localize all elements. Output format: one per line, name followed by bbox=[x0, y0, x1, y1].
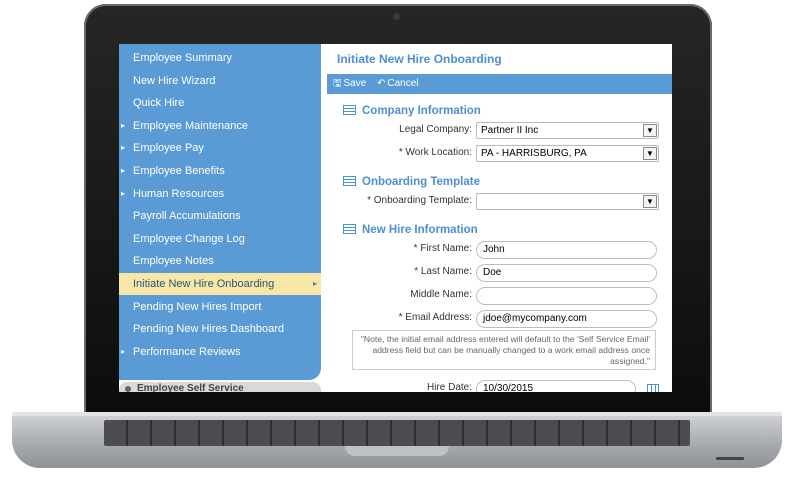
sidebar-item-label: Employee Notes bbox=[133, 255, 214, 267]
sidebar-item-label: Employee Maintenance bbox=[133, 120, 248, 132]
sidebar-section-employee-self-service[interactable]: Employee Self Service bbox=[119, 382, 321, 392]
list-icon bbox=[343, 176, 356, 186]
section-title: Company Information bbox=[362, 105, 481, 117]
list-icon bbox=[343, 224, 356, 234]
expand-arrow-icon: ▸ bbox=[121, 166, 126, 175]
hire-date-input[interactable]: 10/30/2015 bbox=[476, 380, 636, 392]
onboarding-template-label: * Onboarding Template: bbox=[367, 195, 472, 206]
section-onboarding-template: Onboarding Template bbox=[343, 176, 480, 188]
sidebar-item[interactable]: Pending New Hires Import bbox=[119, 296, 321, 318]
sidebar-item-label: Employee Change Log bbox=[133, 233, 245, 245]
trackpad bbox=[345, 446, 449, 456]
section-title: Onboarding Template bbox=[362, 176, 480, 188]
sidebar-item[interactable]: Employee Summary bbox=[119, 47, 321, 69]
legal-company-value: Partner II Inc bbox=[481, 125, 539, 136]
undo-icon: ↶ bbox=[377, 78, 386, 89]
sidebar-section-label: Employee Self Service bbox=[137, 383, 244, 392]
sidebar-item[interactable]: ▸ Employee Pay bbox=[119, 137, 321, 159]
chevron-down-icon: ▼ bbox=[643, 195, 657, 208]
power-led bbox=[716, 457, 744, 460]
sidebar-item[interactable]: Pending New Hires Dashboard bbox=[119, 318, 321, 340]
sidebar-item-label: Employee Benefits bbox=[133, 165, 225, 177]
onboarding-template-select[interactable]: ▼ bbox=[476, 193, 659, 210]
chevron-down-icon: ▼ bbox=[643, 124, 657, 137]
sidebar-item-label: Human Resources bbox=[133, 188, 225, 200]
cancel-label: Cancel bbox=[387, 78, 419, 89]
webcam bbox=[393, 13, 400, 20]
first-name-label: * First Name: bbox=[413, 243, 472, 254]
cancel-button[interactable]: ↶ Cancel bbox=[377, 74, 419, 94]
middle-name-label: Middle Name: bbox=[410, 289, 472, 300]
last-name-label: * Last Name: bbox=[414, 266, 472, 277]
sidebar-item[interactable]: Employee Change Log bbox=[119, 228, 321, 250]
work-location-value: PA - HARRISBURG, PA bbox=[481, 148, 587, 159]
calendar-icon[interactable] bbox=[647, 384, 659, 392]
floppy-disk-icon: 🖫 bbox=[333, 78, 342, 89]
sidebar-item-label: Pending New Hires Dashboard bbox=[133, 323, 285, 335]
expand-arrow-icon: ▸ bbox=[121, 143, 126, 152]
sidebar-item[interactable]: Employee Notes bbox=[119, 250, 321, 272]
legal-company-label: Legal Company: bbox=[399, 124, 472, 135]
save-label: Save bbox=[343, 78, 367, 89]
sidebar-item-label: Payroll Accumulations bbox=[133, 210, 241, 222]
sidebar-item[interactable]: ▸ Employee Maintenance bbox=[119, 115, 321, 137]
sidebar-item[interactable]: Initiate New Hire Onboarding ▸ bbox=[119, 273, 321, 295]
hire-date-label: Hire Date: bbox=[426, 382, 472, 392]
sidebar-item-label: Performance Reviews bbox=[133, 346, 241, 358]
sidebar-item[interactable]: ▸ Employee Benefits bbox=[119, 160, 321, 182]
section-company-information: Company Information bbox=[343, 105, 481, 117]
last-name-input[interactable]: Doe bbox=[476, 264, 657, 282]
screen: Employee Summary New Hire Wizard Quick Hir… bbox=[119, 44, 672, 392]
sidebar-item[interactable]: ▸ Performance Reviews bbox=[119, 341, 321, 363]
sidebar-item[interactable]: Payroll Accumulations bbox=[119, 205, 321, 227]
main-content: Initiate New Hire Onboarding 🖫 Save ↶ Canc… bbox=[327, 44, 672, 392]
sidebar-item-label: Pending New Hires Import bbox=[133, 301, 262, 313]
sidebar-item-label: Quick Hire bbox=[133, 97, 185, 109]
sidebar-item[interactable]: ▸ Human Resources bbox=[119, 183, 321, 205]
sidebar-item-label: Employee Summary bbox=[133, 52, 233, 64]
section-new-hire-information: New Hire Information bbox=[343, 224, 478, 236]
page-title: Initiate New Hire Onboarding bbox=[337, 52, 502, 66]
email-input[interactable]: jdoe@mycompany.com bbox=[476, 310, 657, 328]
chevron-down-icon: ▼ bbox=[643, 147, 657, 160]
email-note: "Note, the initial email address entered… bbox=[352, 330, 656, 370]
work-location-select[interactable]: PA - HARRISBURG, PA ▼ bbox=[476, 145, 659, 162]
middle-name-input[interactable] bbox=[476, 287, 657, 305]
section-title: New Hire Information bbox=[362, 224, 478, 236]
email-label: * Email Address: bbox=[398, 312, 472, 323]
keyboard bbox=[104, 420, 690, 446]
expand-arrow-icon: ▸ bbox=[121, 347, 126, 356]
list-icon bbox=[343, 105, 356, 115]
sidebar-nav: Employee Summary New Hire Wizard Quick Hir… bbox=[119, 44, 321, 380]
sidebar-item[interactable]: Quick Hire bbox=[119, 92, 321, 114]
active-arrow-icon: ▸ bbox=[312, 279, 317, 288]
legal-company-select[interactable]: Partner II Inc ▼ bbox=[476, 122, 659, 139]
expand-dot-icon bbox=[125, 386, 131, 392]
toolbar: 🖫 Save ↶ Cancel bbox=[327, 74, 672, 94]
sidebar-item-label: New Hire Wizard bbox=[133, 75, 216, 87]
sidebar-item-label: Initiate New Hire Onboarding bbox=[133, 278, 275, 290]
expand-arrow-icon: ▸ bbox=[121, 189, 126, 198]
work-location-label: * Work Location: bbox=[398, 147, 472, 158]
first-name-input[interactable]: John bbox=[476, 241, 657, 259]
save-button[interactable]: 🖫 Save bbox=[333, 74, 366, 94]
sidebar-item[interactable]: New Hire Wizard bbox=[119, 70, 321, 92]
sidebar-item-label: Employee Pay bbox=[133, 142, 204, 154]
expand-arrow-icon: ▸ bbox=[121, 121, 126, 130]
